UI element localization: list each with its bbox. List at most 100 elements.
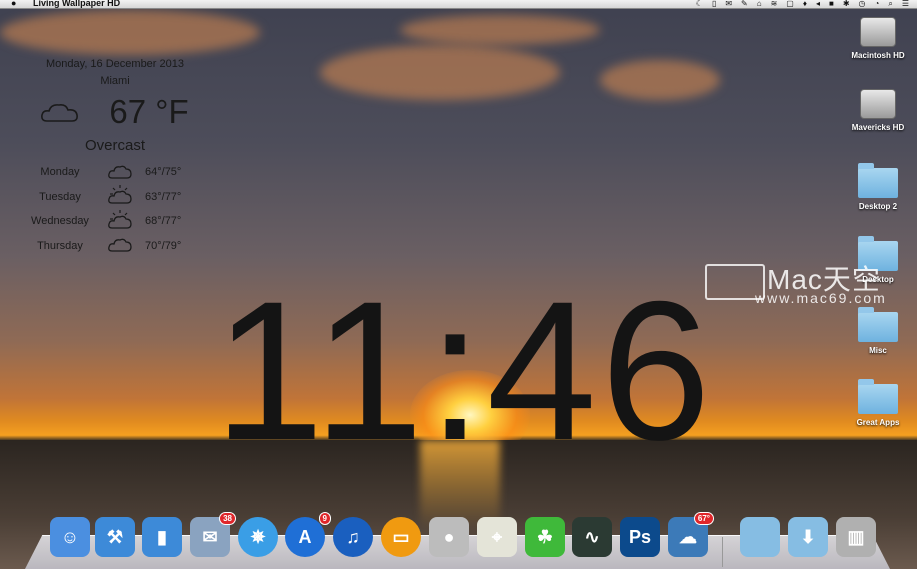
dock-itunes[interactable]: ♫ <box>333 517 373 557</box>
ios-simulator-icon: ▮ <box>157 527 167 548</box>
desktop-icon-label: Macintosh HD <box>840 51 916 60</box>
cloud-icon <box>95 162 145 183</box>
dock-xcode[interactable]: ⚒ <box>95 517 135 557</box>
dock-downloads[interactable]: ⬇ <box>788 517 828 557</box>
forecast-day: Tuesday <box>25 191 95 203</box>
photoshop-icon: Ps <box>629 527 651 548</box>
dock-ios-simulator[interactable]: ▮ <box>142 517 182 557</box>
living-weather-hd-icon: ☁ <box>679 527 697 548</box>
dock-separator <box>722 537 723 567</box>
cloud <box>600 60 720 100</box>
notification-badge: 38 <box>219 512 236 525</box>
dock-maps[interactable]: ⌖ <box>477 517 517 557</box>
status-icon[interactable]: ⌕ <box>888 0 892 7</box>
watermark: Mac天空 www.mac69.com <box>705 258 905 308</box>
forecast-temps: 68°/77° <box>145 215 195 227</box>
apple-menu-icon[interactable]: ● <box>11 0 16 7</box>
cloud-icon <box>41 101 79 123</box>
weather-city: Miami <box>25 75 205 87</box>
downloads-icon: ⬇ <box>800 527 815 548</box>
folder-icon <box>858 312 898 342</box>
weather-widget: Monday, 16 December 2013 Miami 67 °F Ove… <box>25 58 205 162</box>
forecast-day: Thursday <box>25 240 95 252</box>
ibooks-icon: ▭ <box>392 527 409 548</box>
forecast-day: Monday <box>25 166 95 178</box>
status-icon[interactable]: ■ <box>829 0 834 7</box>
forecast-row: Tuesday 63°/77° <box>25 187 205 207</box>
forecast-temps: 70°/79° <box>145 240 195 252</box>
dock-app-store[interactable]: A9 <box>285 517 325 557</box>
dock-finder[interactable]: ☺ <box>50 517 90 557</box>
status-icon[interactable]: ☾ <box>696 0 703 7</box>
cloud <box>400 15 600 45</box>
watermark-url: www.mac69.com <box>755 290 887 306</box>
hard-drive-icon <box>860 17 896 47</box>
dock-living-weather-hd[interactable]: ☁67° <box>668 517 708 557</box>
desktop-icon-label: Mavericks HD <box>840 123 916 132</box>
cloud <box>0 10 260 55</box>
dock-mail[interactable]: ✉38 <box>190 517 230 557</box>
cloud-icon <box>95 235 145 256</box>
partly-sunny-icon <box>95 185 145 208</box>
dock-photoshop[interactable]: Ps <box>620 517 660 557</box>
evernote-icon: ☘ <box>537 527 553 548</box>
desktop-icon-desktop-2[interactable]: Desktop 2 <box>840 163 916 211</box>
desktop-icon-label: Great Apps <box>840 418 916 427</box>
status-icon[interactable]: ◔ <box>875 0 880 7</box>
desktop-icon-label: Misc <box>840 346 916 355</box>
desktop-icon-macintosh-hd[interactable]: Macintosh HD <box>840 17 916 60</box>
weather-condition: Overcast <box>25 137 205 154</box>
itunes-icon: ♫ <box>346 527 360 548</box>
current-temperature: 67 °F <box>109 93 188 131</box>
dock-ibooks[interactable]: ▭ <box>381 517 421 557</box>
hard-drive-icon <box>860 89 896 119</box>
folder-icon <box>858 384 898 414</box>
dock-trash[interactable]: ▥ <box>836 517 876 557</box>
forecast-row: Thursday 70°/79° <box>25 236 205 256</box>
maps-icon: ⌖ <box>492 527 502 548</box>
status-icon[interactable]: ◂ <box>816 0 820 7</box>
facetime-icon: ● <box>444 527 455 548</box>
folder-icon <box>858 168 898 198</box>
dock-activity-monitor[interactable]: ∿ <box>572 517 612 557</box>
app-menu[interactable]: Living Wallpaper HD <box>33 0 120 7</box>
status-icon[interactable]: ✎ <box>741 0 748 7</box>
desktop-icon-great-apps[interactable]: Great Apps <box>840 379 916 427</box>
status-icon[interactable]: ▯ <box>712 0 716 7</box>
status-icon[interactable]: ✱ <box>843 0 850 7</box>
forecast-temps: 63°/77° <box>145 191 195 203</box>
status-icon[interactable]: ▢ <box>786 0 794 7</box>
desktop-icon-label: Desktop 2 <box>840 202 916 211</box>
status-icon[interactable]: ≋ <box>771 0 778 7</box>
status-icon[interactable]: ✉ <box>725 0 732 7</box>
safari-icon: ✵ <box>250 527 265 548</box>
cloud <box>320 45 560 100</box>
dock-safari[interactable]: ✵ <box>238 517 278 557</box>
forecast-temps: 64°/75° <box>145 166 195 178</box>
forecast-row: Wednesday 68°/77° <box>25 211 205 231</box>
clock: 11:46 <box>214 272 715 470</box>
mail-icon: ✉ <box>202 527 217 548</box>
finder-icon: ☺ <box>61 527 79 548</box>
forecast-row: Monday 64°/75° <box>25 162 205 182</box>
dock-facetime[interactable]: ● <box>429 517 469 557</box>
dock-applications[interactable] <box>740 517 780 557</box>
weather-date: Monday, 16 December 2013 <box>25 58 205 70</box>
status-icon[interactable]: ◷ <box>859 0 866 7</box>
status-icons: ☾ ▯ ✉ ✎ ⌂ ≋ ▢ ♦ ◂ ■ ✱ ◷ ◔ ⌕ ☰ <box>696 0 909 7</box>
activity-monitor-icon: ∿ <box>584 527 599 548</box>
dock-evernote[interactable]: ☘ <box>525 517 565 557</box>
notification-badge: 67° <box>694 512 714 525</box>
forecast-day: Wednesday <box>25 215 95 227</box>
status-icon[interactable]: ☰ <box>902 0 909 7</box>
app-store-icon: A <box>299 527 312 548</box>
desktop-icon-mavericks-hd[interactable]: Mavericks HD <box>840 89 916 132</box>
trash-icon: ▥ <box>847 527 864 548</box>
status-icon[interactable]: ⌂ <box>757 0 762 7</box>
menu-bar: ● Living Wallpaper HD ☾ ▯ ✉ ✎ ⌂ ≋ ▢ ♦ ◂ ■ ✱ ◷ ◔ ⌕ ☰ <box>0 0 917 9</box>
partly-sunny-icon <box>95 210 145 233</box>
xcode-icon: ⚒ <box>107 527 123 548</box>
notification-badge: 9 <box>319 512 331 525</box>
status-icon[interactable]: ♦ <box>803 0 807 7</box>
desktop-icon-misc[interactable]: Misc <box>840 307 916 355</box>
